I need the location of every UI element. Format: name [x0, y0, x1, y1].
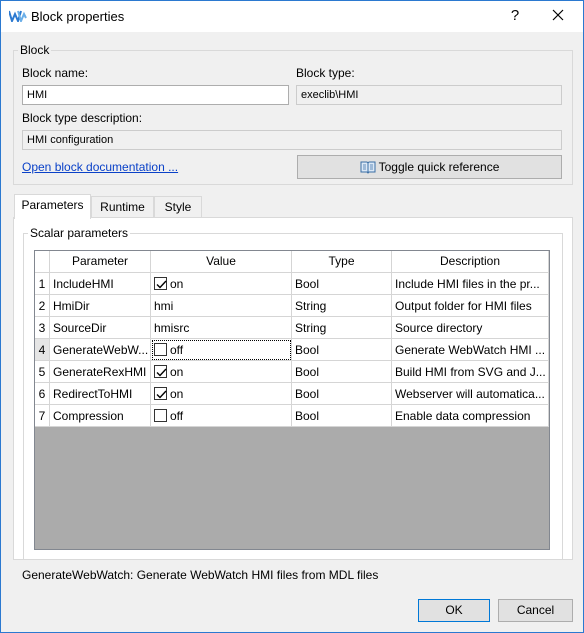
cancel-button[interactable]: Cancel: [498, 599, 573, 622]
table-row[interactable]: 2 HmiDir hmi String Output folder for HMI fi…: [35, 295, 549, 317]
type-cell[interactable]: Bool: [292, 405, 392, 427]
status-text: GenerateWebWatch: Generate WebWatch HMI …: [22, 568, 379, 582]
help-button[interactable]: ?: [504, 6, 526, 26]
scalar-parameters-table[interactable]: Parameter Value Type Description 1 Includ…: [34, 250, 550, 550]
tab-parameters[interactable]: Parameters: [14, 194, 91, 219]
table-row[interactable]: 5 GenerateRexHMI on Bool Build HMI from SVG …: [35, 361, 549, 383]
table-row[interactable]: 6 RedirectToHMI on Bool Webserver will autom…: [35, 383, 549, 405]
type-cell[interactable]: Bool: [292, 273, 392, 295]
table-header: Parameter Value Type Description: [35, 251, 549, 273]
type-cell[interactable]: String: [292, 317, 392, 339]
checkbox-unchecked[interactable]: [154, 343, 167, 356]
row-number[interactable]: 2: [35, 295, 50, 317]
toggle-quick-reference-label: Toggle quick reference: [378, 160, 500, 174]
value-column-header[interactable]: Value: [151, 251, 292, 273]
table-row[interactable]: 3 SourceDir hmisrc String Source directory: [35, 317, 549, 339]
checkbox-checked[interactable]: [154, 365, 167, 378]
row-number[interactable]: 6: [35, 383, 50, 405]
block-type-label: Block type:: [296, 66, 355, 80]
value-cell[interactable]: on: [151, 383, 292, 405]
type-column-header[interactable]: Type: [292, 251, 392, 273]
value-cell[interactable]: hmi: [151, 295, 292, 317]
value-text: hmi: [154, 299, 174, 313]
tab-runtime[interactable]: Runtime: [91, 196, 154, 218]
description-cell[interactable]: Webserver will automatica...: [392, 383, 549, 405]
parameter-cell[interactable]: IncludeHMI: [50, 273, 151, 295]
block-group-label: Block: [20, 43, 50, 57]
checkbox-unchecked[interactable]: [154, 409, 167, 422]
parameter-cell[interactable]: Compression: [50, 405, 151, 427]
value-text: on: [170, 277, 184, 291]
value-cell[interactable]: off: [151, 339, 292, 361]
description-cell[interactable]: Include HMI files in the pr...: [392, 273, 549, 295]
table-row[interactable]: 7 Compression off Bool Enable data compressi…: [35, 405, 549, 427]
parameter-column-header[interactable]: Parameter: [50, 251, 151, 273]
description-column-header[interactable]: Description: [392, 251, 549, 273]
value-text: off: [170, 343, 184, 357]
value-cell[interactable]: on: [151, 361, 292, 383]
description-cell[interactable]: Generate WebWatch HMI ...: [392, 339, 549, 361]
value-text: on: [170, 387, 184, 401]
scalar-parameters-label: Scalar parameters: [30, 226, 129, 240]
app-logo-icon: [8, 10, 27, 24]
value-text: hmisrc: [154, 321, 190, 335]
parameter-cell[interactable]: GenerateWebW...: [50, 339, 151, 361]
parameter-cell[interactable]: GenerateRexHMI: [50, 361, 151, 383]
value-cell[interactable]: on: [151, 273, 292, 295]
description-cell[interactable]: Build HMI from SVG and J...: [392, 361, 549, 383]
table-row[interactable]: 4 GenerateWebW... off Bool Generate WebWatch…: [35, 339, 549, 361]
type-cell[interactable]: Bool: [292, 383, 392, 405]
ok-button[interactable]: OK: [418, 599, 490, 622]
title-bar[interactable]: Block properties ?: [1, 1, 583, 32]
description-cell[interactable]: Source directory: [392, 317, 549, 339]
block-name-label: Block name:: [22, 66, 89, 80]
parameter-cell[interactable]: RedirectToHMI: [50, 383, 151, 405]
description-cell[interactable]: Enable data compression: [392, 405, 549, 427]
row-number-header: [35, 251, 50, 273]
value-text: on: [170, 365, 184, 379]
row-number[interactable]: 5: [35, 361, 50, 383]
row-number[interactable]: 4: [35, 339, 50, 361]
window-title: Block properties: [31, 9, 125, 24]
close-button[interactable]: [547, 6, 569, 26]
block-type-field: execlib\HMI: [296, 85, 562, 105]
parameter-cell[interactable]: HmiDir: [50, 295, 151, 317]
block-properties-dialog: Block properties ? Block Block name: HMI…: [0, 0, 584, 633]
checkbox-checked[interactable]: [154, 387, 167, 400]
block-name-field[interactable]: HMI: [22, 85, 289, 105]
toggle-quick-reference-button[interactable]: Toggle quick reference: [297, 155, 562, 179]
row-number[interactable]: 1: [35, 273, 50, 295]
tab-style[interactable]: Style: [154, 196, 202, 218]
value-cell[interactable]: hmisrc: [151, 317, 292, 339]
type-cell[interactable]: Bool: [292, 339, 392, 361]
book-icon: [360, 159, 376, 181]
row-number[interactable]: 7: [35, 405, 50, 427]
value-cell[interactable]: off: [151, 405, 292, 427]
block-description-field: HMI configuration: [22, 130, 562, 150]
checkbox-checked[interactable]: [154, 277, 167, 290]
table-row[interactable]: 1 IncludeHMI on Bool Include HMI files in th…: [35, 273, 549, 295]
block-description-label: Block type description:: [22, 111, 143, 125]
type-cell[interactable]: String: [292, 295, 392, 317]
parameter-cell[interactable]: SourceDir: [50, 317, 151, 339]
description-cell[interactable]: Output folder for HMI files: [392, 295, 549, 317]
close-icon: [552, 7, 564, 24]
value-text: off: [170, 409, 184, 423]
row-number[interactable]: 3: [35, 317, 50, 339]
open-documentation-link[interactable]: Open block documentation ...: [22, 160, 178, 174]
type-cell[interactable]: Bool: [292, 361, 392, 383]
